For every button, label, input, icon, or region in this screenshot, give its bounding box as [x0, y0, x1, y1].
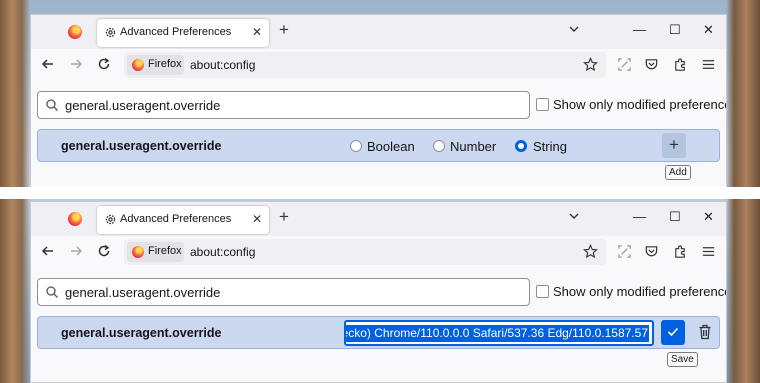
identity-box[interactable]: Firefox — [127, 55, 184, 75]
chevron-down-icon[interactable] — [568, 210, 580, 222]
screenshot-icon[interactable] — [617, 57, 632, 72]
url-bar[interactable]: Firefox about:config — [124, 52, 606, 78]
pocket-icon[interactable] — [644, 244, 659, 259]
forward-icon[interactable] — [69, 57, 83, 71]
firefox-view-icon[interactable] — [68, 25, 82, 39]
maximize-button[interactable]: ☐ — [669, 209, 681, 225]
save-tooltip: Save — [667, 352, 698, 367]
show-modified-checkbox[interactable] — [536, 98, 549, 111]
type-string-label[interactable]: String — [533, 139, 567, 154]
tab-close-icon[interactable]: ✕ — [252, 25, 262, 39]
search-icon — [46, 99, 58, 111]
firefox-logo-icon — [132, 246, 144, 258]
identity-label: Firefox — [148, 58, 182, 70]
gear-icon — [105, 27, 116, 38]
type-number-label[interactable]: Number — [450, 139, 496, 154]
type-boolean-label[interactable]: Boolean — [367, 139, 415, 154]
tab-strip: Advanced Preferences ✕ + — ☐ ✕ — [31, 202, 726, 236]
type-string-radio[interactable] — [515, 140, 527, 152]
back-icon[interactable] — [41, 57, 55, 71]
config-content: general.useragent.override Show only mod… — [31, 79, 726, 187]
close-window-button[interactable]: ✕ — [703, 209, 714, 225]
save-button[interactable] — [661, 320, 685, 345]
tab-title: Advanced Preferences — [120, 213, 232, 225]
firefox-logo-icon — [132, 59, 144, 71]
config-content: general.useragent.override Show only mod… — [31, 266, 726, 382]
browser-window-edit-mode: Advanced Preferences ✕ + — ☐ ✕ Firefox a… — [30, 201, 727, 383]
chevron-down-icon[interactable] — [568, 23, 580, 35]
url-text[interactable]: about:config — [190, 58, 255, 72]
pref-name: general.useragent.override — [61, 139, 222, 153]
show-modified-label[interactable]: Show only modified preferences — [553, 284, 726, 299]
url-bar[interactable]: Firefox about:config — [124, 239, 606, 265]
tab-advanced-preferences[interactable]: Advanced Preferences ✕ — [97, 206, 269, 234]
back-icon[interactable] — [41, 244, 55, 258]
add-button[interactable]: + — [662, 133, 686, 158]
identity-box[interactable]: Firefox — [127, 242, 184, 262]
pref-value-input[interactable]: Gecko) Chrome/110.0.0.0 Safari/537.36 Ed… — [344, 320, 654, 346]
pref-name: general.useragent.override — [61, 326, 222, 340]
new-tab-button[interactable]: + — [279, 208, 289, 226]
search-icon — [46, 286, 58, 298]
maximize-button[interactable]: ☐ — [669, 22, 681, 38]
search-value: general.useragent.override — [65, 98, 221, 113]
close-window-button[interactable]: ✕ — [703, 22, 714, 38]
menu-icon[interactable] — [701, 57, 716, 72]
pocket-icon[interactable] — [644, 57, 659, 72]
tab-close-icon[interactable]: ✕ — [252, 212, 262, 226]
minimize-button[interactable]: — — [633, 209, 646, 225]
search-input[interactable]: general.useragent.override — [37, 278, 530, 306]
tab-title: Advanced Preferences — [120, 26, 232, 38]
tab-strip: Advanced Preferences ✕ + — ☐ ✕ — [31, 15, 726, 49]
extensions-icon[interactable] — [673, 57, 688, 72]
pref-value-selected-text: Gecko) Chrome/110.0.0.0 Safari/537.36 Ed… — [346, 325, 649, 342]
type-boolean-radio[interactable] — [350, 140, 362, 152]
firefox-view-icon[interactable] — [68, 212, 82, 226]
add-tooltip: Add — [665, 165, 691, 180]
type-number-radio[interactable] — [433, 140, 445, 152]
reload-icon[interactable] — [97, 244, 111, 258]
star-icon[interactable] — [583, 244, 598, 259]
search-value: general.useragent.override — [65, 285, 221, 300]
extensions-icon[interactable] — [673, 244, 688, 259]
tab-advanced-preferences[interactable]: Advanced Preferences ✕ — [97, 19, 269, 47]
star-icon[interactable] — [583, 57, 598, 72]
reload-icon[interactable] — [97, 57, 111, 71]
browser-window-add-mode: Advanced Preferences ✕ + — ☐ ✕ Firefox a… — [30, 14, 727, 188]
forward-icon[interactable] — [69, 244, 83, 258]
show-modified-checkbox[interactable] — [536, 285, 549, 298]
menu-icon[interactable] — [701, 244, 716, 259]
gear-icon — [105, 214, 116, 225]
new-tab-button[interactable]: + — [279, 21, 289, 39]
minimize-button[interactable]: — — [633, 22, 646, 38]
search-input[interactable]: general.useragent.override — [37, 91, 530, 119]
screenshot-icon[interactable] — [617, 244, 632, 259]
pref-row-editing: general.useragent.override Gecko) Chrome… — [37, 316, 720, 349]
url-text[interactable]: about:config — [190, 245, 255, 259]
checkmark-icon — [667, 327, 679, 337]
pref-row-new: general.useragent.override Boolean Numbe… — [37, 129, 720, 162]
screenshot-divider — [0, 187, 760, 199]
trash-icon[interactable] — [698, 324, 712, 340]
show-modified-label[interactable]: Show only modified preferences — [553, 97, 726, 112]
nav-bar: Firefox about:config — [31, 49, 726, 79]
nav-bar: Firefox about:config — [31, 236, 726, 266]
identity-label: Firefox — [148, 245, 182, 257]
